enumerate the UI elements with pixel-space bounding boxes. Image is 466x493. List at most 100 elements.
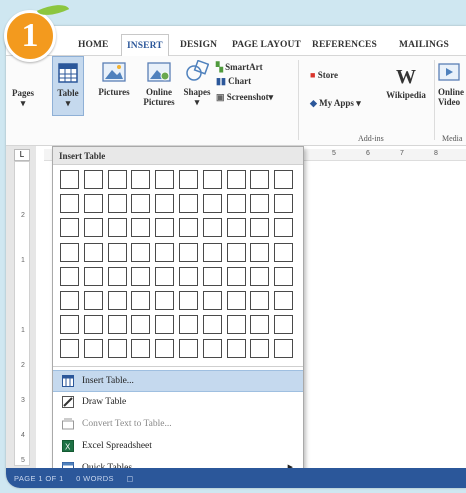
- table-grid-cell[interactable]: [274, 242, 294, 262]
- table-grid-cell[interactable]: [107, 339, 127, 359]
- tab-insert[interactable]: INSERT: [121, 34, 169, 57]
- table-grid-cell[interactable]: [83, 339, 103, 359]
- table-grid-cell[interactable]: [60, 266, 79, 286]
- table-grid-cell[interactable]: [60, 291, 79, 310]
- table-grid-cell[interactable]: [226, 242, 246, 262]
- table-grid-cell[interactable]: [83, 266, 103, 286]
- table-grid-cell[interactable]: [131, 291, 151, 310]
- shapes-button[interactable]: Shapes ▾: [180, 59, 214, 107]
- screenshot-button[interactable]: ▣ Screenshot▾: [216, 92, 273, 103]
- table-grid-cell[interactable]: [107, 315, 127, 335]
- tab-design[interactable]: DESIGN: [180, 40, 217, 50]
- table-grid-cell[interactable]: [131, 266, 151, 286]
- table-grid-cell[interactable]: [179, 339, 198, 359]
- table-grid-cell[interactable]: [274, 194, 294, 214]
- table-grid-cell[interactable]: [202, 291, 222, 310]
- table-grid-cell[interactable]: [107, 242, 127, 262]
- table-grid-cell[interactable]: [107, 170, 127, 189]
- page-count[interactable]: PAGE 1 OF 1: [14, 474, 64, 483]
- table-grid-cell[interactable]: [274, 266, 294, 286]
- tab-home[interactable]: HOME: [78, 40, 108, 50]
- table-grid-cell[interactable]: [226, 291, 246, 310]
- table-grid-cell[interactable]: [155, 339, 175, 359]
- table-grid-cell[interactable]: [274, 218, 294, 238]
- table-grid-cell[interactable]: [131, 339, 151, 359]
- table-grid-cell[interactable]: [155, 170, 175, 189]
- table-grid-cell[interactable]: [202, 242, 222, 262]
- table-grid-cell[interactable]: [131, 194, 151, 214]
- table-grid-cell[interactable]: [83, 194, 103, 214]
- menu-item-convert-text-to-table[interactable]: Convert Text to Table...: [53, 414, 303, 436]
- table-grid-cell[interactable]: [107, 218, 127, 238]
- table-grid-cell[interactable]: [202, 194, 222, 214]
- word-count[interactable]: 0 WORDS: [76, 474, 114, 483]
- table-grid-cell[interactable]: [107, 194, 127, 214]
- pages-button[interactable]: Pages ▾: [8, 88, 38, 108]
- table-grid-cell[interactable]: [226, 339, 246, 359]
- table-grid-cell[interactable]: [250, 315, 270, 335]
- table-grid-cell[interactable]: [83, 291, 103, 310]
- table-grid-cell[interactable]: [202, 339, 222, 359]
- chart-button[interactable]: ▮▮ Chart: [216, 76, 251, 87]
- table-grid-cell[interactable]: [60, 170, 79, 189]
- my-apps-button[interactable]: ◆ My Apps ▾: [310, 98, 361, 109]
- table-grid-cell[interactable]: [202, 266, 222, 286]
- table-grid-cell[interactable]: [179, 315, 198, 335]
- table-grid-cell[interactable]: [131, 315, 151, 335]
- smartart-button[interactable]: ▚ SmartArt: [216, 62, 263, 73]
- table-grid-cell[interactable]: [179, 218, 198, 238]
- table-grid-cell[interactable]: [202, 170, 222, 189]
- table-grid-cell[interactable]: [107, 266, 127, 286]
- wikipedia-button[interactable]: W Wikipedia: [382, 64, 430, 100]
- table-grid-cell[interactable]: [179, 194, 198, 214]
- tab-page-layout[interactable]: PAGE LAYOUT: [232, 40, 301, 50]
- table-grid-cell[interactable]: [60, 194, 79, 214]
- table-grid-cell[interactable]: [107, 291, 127, 310]
- table-grid-cell[interactable]: [83, 170, 103, 189]
- table-grid-cell[interactable]: [155, 315, 175, 335]
- online-video-button[interactable]: Online Video: [438, 62, 466, 107]
- table-grid-cell[interactable]: [155, 218, 175, 238]
- table-grid-cell[interactable]: [83, 242, 103, 262]
- menu-item-insert-table[interactable]: Insert Table...: [53, 370, 303, 392]
- table-grid-cell[interactable]: [83, 218, 103, 238]
- table-grid-cell[interactable]: [274, 291, 294, 310]
- table-grid-cell[interactable]: [202, 315, 222, 335]
- table-grid-cell[interactable]: [131, 218, 151, 238]
- proofing-icon[interactable]: ▢: [126, 474, 134, 483]
- tab-selector[interactable]: L: [14, 149, 30, 161]
- table-grid-cell[interactable]: [179, 170, 198, 189]
- table-grid-cell[interactable]: [250, 291, 270, 310]
- online-pictures-button[interactable]: Online Pictures: [140, 62, 178, 107]
- table-grid-cell[interactable]: [155, 266, 175, 286]
- table-grid-cell[interactable]: [179, 291, 198, 310]
- table-grid-cell[interactable]: [179, 242, 198, 262]
- table-grid-cell[interactable]: [131, 170, 151, 189]
- table-grid-cell[interactable]: [250, 266, 270, 286]
- table-button[interactable]: Table ▾: [52, 56, 84, 116]
- store-button[interactable]: ■ Store: [310, 70, 338, 80]
- table-grid-cell[interactable]: [250, 242, 270, 262]
- table-grid-cell[interactable]: [60, 242, 79, 262]
- table-grid-cell[interactable]: [60, 218, 79, 238]
- menu-item-draw-table[interactable]: Draw Table: [53, 392, 303, 414]
- table-grid-cell[interactable]: [155, 242, 175, 262]
- table-grid-cell[interactable]: [226, 315, 246, 335]
- table-grid-cell[interactable]: [274, 315, 294, 335]
- table-grid-cell[interactable]: [250, 170, 270, 189]
- table-grid-cell[interactable]: [250, 194, 270, 214]
- table-grid-cell[interactable]: [226, 194, 246, 214]
- menu-item-excel-spreadsheet[interactable]: X Excel Spreadsheet: [53, 436, 303, 458]
- table-grid-cell[interactable]: [155, 194, 175, 214]
- table-grid-cell[interactable]: [83, 315, 103, 335]
- table-grid-cell[interactable]: [226, 218, 246, 238]
- table-grid-cell[interactable]: [179, 266, 198, 286]
- table-grid-cell[interactable]: [226, 170, 246, 189]
- vertical-ruler[interactable]: 2 1 1 2 3 4 5: [14, 161, 30, 466]
- table-grid-cell[interactable]: [250, 218, 270, 238]
- table-grid-cell[interactable]: [226, 266, 246, 286]
- table-grid-cell[interactable]: [274, 170, 294, 189]
- table-grid-cell[interactable]: [60, 339, 79, 359]
- table-grid-cell[interactable]: [202, 218, 222, 238]
- table-grid-cell[interactable]: [131, 242, 151, 262]
